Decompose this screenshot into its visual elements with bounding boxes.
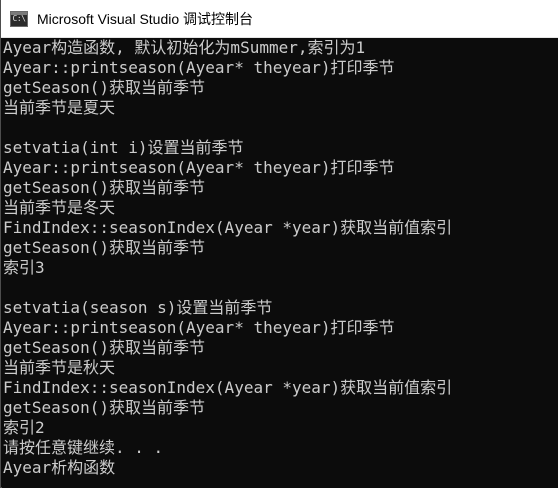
console-output[interactable]: Ayear构造函数, 默认初始化为mSummer,索引为1 Ayear::pri…: [2, 38, 558, 488]
console-line: 当前季节是冬天: [3, 198, 116, 217]
console-line: Ayear::printseason(Ayear* theyear)打印季节: [3, 58, 395, 77]
console-line: getSeason()获取当前季节: [3, 78, 205, 97]
console-line: FindIndex::seasonIndex(Ayear *year)获取当前值…: [3, 378, 453, 397]
console-prompt-line: 请按任意键继续. . .: [3, 438, 164, 457]
console-line: Ayear构造函数, 默认初始化为mSummer,索引为1: [3, 38, 366, 57]
console-line: FindIndex::seasonIndex(Ayear *year)获取当前值…: [3, 218, 453, 237]
console-line: getSeason()获取当前季节: [3, 338, 205, 357]
console-line: 索引3: [3, 258, 45, 277]
console-line: Ayear析构函数: [3, 458, 116, 477]
console-line: Ayear::printseason(Ayear* theyear)打印季节: [3, 158, 395, 177]
console-line: 当前季节是秋天: [3, 358, 116, 377]
console-line: getSeason()获取当前季节: [3, 238, 205, 257]
window-title: Microsoft Visual Studio 调试控制台: [37, 10, 254, 27]
console-app-icon: C:\: [10, 10, 28, 27]
console-line: setvatia(season s)设置当前季节: [3, 298, 273, 317]
console-line: 当前季节是夏天: [3, 98, 116, 117]
console-line: setvatia(int i)设置当前季节: [3, 138, 244, 157]
console-line: 索引2: [3, 418, 45, 437]
console-line: getSeason()获取当前季节: [3, 178, 205, 197]
console-line: getSeason()获取当前季节: [3, 398, 205, 417]
console-line: Ayear::printseason(Ayear* theyear)打印季节: [3, 318, 395, 337]
title-bar[interactable]: C:\ Microsoft Visual Studio 调试控制台: [1, 0, 558, 38]
console-window: C:\ Microsoft Visual Studio 调试控制台 Ayear构…: [0, 0, 558, 488]
